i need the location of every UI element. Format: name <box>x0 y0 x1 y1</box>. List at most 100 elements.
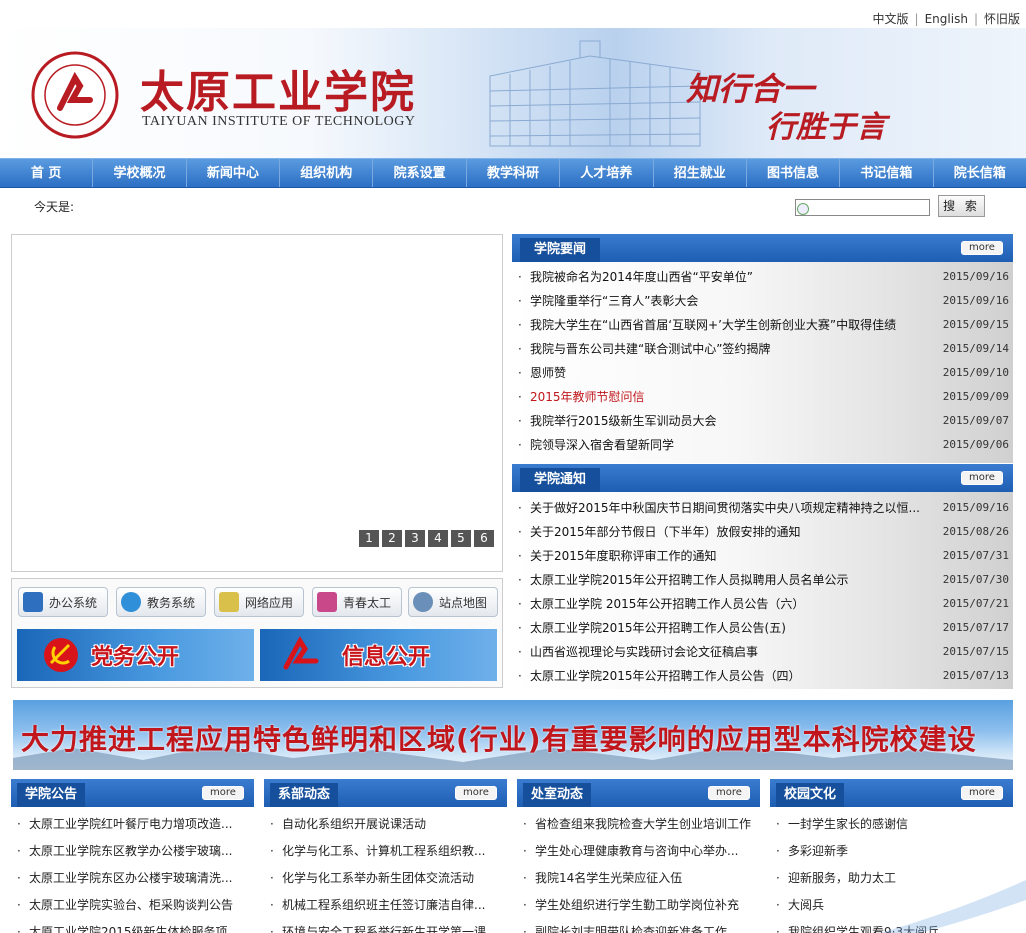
link-english[interactable]: English <box>925 12 968 26</box>
news-item-title[interactable]: 我院与晋东公司共建“联合测试中心”签约揭牌 <box>530 337 940 361</box>
list-item[interactable]: · 太原工业学院东区教学办公楼宇玻璃... <box>11 838 254 865</box>
list-item-title[interactable]: 学生处心理健康教育与咨询中心举办... <box>535 838 755 865</box>
list-item[interactable]: · 副院长刘志明带队检查迎新准备工作 <box>517 919 760 933</box>
office-system-button[interactable]: 办公系统 <box>18 587 108 617</box>
list-item[interactable]: · 省检查组来我院检查大学生创业培训工作 <box>517 811 760 838</box>
nav-secretary-mailbox[interactable]: 书记信箱 <box>840 159 934 187</box>
column-more-button[interactable]: more <box>455 786 497 800</box>
list-item[interactable]: · 多彩迎新季 <box>770 838 1013 865</box>
notice-item[interactable]: · 关于2015年部分节假日（下半年）放假安排的通知 2015/08/26 <box>512 520 1013 544</box>
slide-page-2[interactable]: 2 <box>382 530 402 547</box>
network-app-button[interactable]: 网络应用 <box>214 587 304 617</box>
list-item-title[interactable]: 自动化系组织开展说课活动 <box>282 811 502 838</box>
notice-item-title[interactable]: 太原工业学院2015年公开招聘工作人员公告(五) <box>530 616 940 640</box>
link-classic[interactable]: 怀旧版 <box>984 12 1020 26</box>
nav-research[interactable]: 教学科研 <box>467 159 561 187</box>
news-item[interactable]: · 2015年教师节慰问信 2015/09/09 <box>512 385 1013 409</box>
notice-item-title[interactable]: 关于2015年部分节假日（下半年）放假安排的通知 <box>530 520 940 544</box>
news-item[interactable]: · 我院被命名为2014年度山西省“平安单位” 2015/09/16 <box>512 265 1013 289</box>
list-item-title[interactable]: 机械工程系组织班主任签订廉洁自律... <box>282 892 502 919</box>
list-item-title[interactable]: 太原工业学院2015级新生体检服务项... <box>29 919 249 933</box>
news-item-title[interactable]: 我院大学生在“山西省首届‘互联网+’大学生创新创业大赛”中取得佳绩 <box>530 313 940 337</box>
link-chinese[interactable]: 中文版 <box>873 12 909 26</box>
list-item[interactable]: · 一封学生家长的感谢信 <box>770 811 1013 838</box>
notice-item-title[interactable]: 太原工业学院2015年公开招聘工作人员公告（四） <box>530 664 940 688</box>
list-item-title[interactable]: 太原工业学院红叶餐厅电力增项改造... <box>29 811 249 838</box>
slide-page-3[interactable]: 3 <box>405 530 425 547</box>
list-item-title[interactable]: 太原工业学院东区办公楼宇玻璃清洗... <box>29 865 249 892</box>
news-item[interactable]: · 恩师赞 2015/09/10 <box>512 361 1013 385</box>
notice-item-title[interactable]: 太原工业学院 2015年公开招聘工作人员公告（六） <box>530 592 940 616</box>
nav-organization[interactable]: 组织机构 <box>280 159 374 187</box>
notice-item[interactable]: · 太原工业学院 2015年公开招聘工作人员公告（六） 2015/07/21 <box>512 592 1013 616</box>
search-input[interactable] <box>795 199 930 216</box>
notice-item[interactable]: · 山西省巡视理论与实践研讨会论文征稿启事 2015/07/15 <box>512 640 1013 664</box>
notice-item-title[interactable]: 关于做好2015年中秋国庆节日期间贯彻落实中央八项规定精神持之以恒... <box>530 496 940 520</box>
youth-button[interactable]: 青春太工 <box>312 587 402 617</box>
news-item[interactable]: · 我院与晋东公司共建“联合测试中心”签约揭牌 2015/09/14 <box>512 337 1013 361</box>
notices-more-button[interactable]: more <box>961 471 1003 485</box>
list-item[interactable]: · 太原工业学院东区办公楼宇玻璃清洗... <box>11 865 254 892</box>
slideshow[interactable] <box>11 234 503 572</box>
news-item-title[interactable]: 恩师赞 <box>530 361 940 385</box>
party-affairs-button[interactable]: 党务公开 <box>17 629 254 681</box>
academic-system-button[interactable]: 教务系统 <box>116 587 206 617</box>
column-more-button[interactable]: more <box>961 786 1003 800</box>
list-item-title[interactable]: 副院长刘志明带队检查迎新准备工作 <box>535 919 755 933</box>
list-item[interactable]: · 机械工程系组织班主任签订廉洁自律... <box>264 892 507 919</box>
nav-about[interactable]: 学校概况 <box>93 159 187 187</box>
nav-home[interactable]: 首 页 <box>0 159 94 187</box>
notice-item-title[interactable]: 山西省巡视理论与实践研讨会论文征稿启事 <box>530 640 940 664</box>
nav-library[interactable]: 图书信息 <box>747 159 841 187</box>
column-more-button[interactable]: more <box>708 786 750 800</box>
nav-admission[interactable]: 招生就业 <box>654 159 747 187</box>
list-item[interactable]: · 太原工业学院实验台、柜采购谈判公告 <box>11 892 254 919</box>
notice-item[interactable]: · 关于做好2015年中秋国庆节日期间贯彻落实中央八项规定精神持之以恒... 201… <box>512 496 1013 520</box>
slide-page-5[interactable]: 5 <box>451 530 471 547</box>
list-item-title[interactable]: 化学与化工系举办新生团体交流活动 <box>282 865 502 892</box>
news-more-button[interactable]: more <box>961 241 1003 255</box>
list-item-title[interactable]: 我院14名学生光荣应征入伍 <box>535 865 755 892</box>
notice-item[interactable]: · 关于2015年度职称评审工作的通知 2015/07/31 <box>512 544 1013 568</box>
search-button[interactable]: 搜 索 <box>938 195 985 217</box>
info-disclosure-button[interactable]: 信息公开 <box>260 629 497 681</box>
list-item-title[interactable]: 省检查组来我院检查大学生创业培训工作 <box>535 811 755 838</box>
nav-departments[interactable]: 院系设置 <box>373 159 467 187</box>
news-item[interactable]: · 我院举行2015级新生军训动员大会 2015/09/07 <box>512 409 1013 433</box>
news-item-title[interactable]: 我院被命名为2014年度山西省“平安单位” <box>530 265 940 289</box>
slide-page-1[interactable]: 1 <box>359 530 379 547</box>
slide-page-6[interactable]: 6 <box>474 530 494 547</box>
notice-item-title[interactable]: 太原工业学院2015年公开招聘工作人员拟聘用人员名单公示 <box>530 568 940 592</box>
news-item[interactable]: · 我院大学生在“山西省首届‘互联网+’大学生创新创业大赛”中取得佳绩 2015/0… <box>512 313 1013 337</box>
notice-item-title[interactable]: 关于2015年度职称评审工作的通知 <box>530 544 940 568</box>
slide-page-4[interactable]: 4 <box>428 530 448 547</box>
column-more-button[interactable]: more <box>202 786 244 800</box>
news-item-title[interactable]: 学院隆重举行“三育人”表彰大会 <box>530 289 940 313</box>
news-item-title[interactable]: 院领导深入宿舍看望新同学 <box>530 433 940 457</box>
list-item-title[interactable]: 多彩迎新季 <box>788 838 1008 865</box>
list-item[interactable]: · 化学与化工系、计算机工程系组织教... <box>264 838 507 865</box>
list-item[interactable]: · 太原工业学院2015级新生体检服务项... <box>11 919 254 933</box>
list-item[interactable]: · 学生处组织进行学生勤工助学岗位补充 <box>517 892 760 919</box>
news-item[interactable]: · 学院隆重举行“三育人”表彰大会 2015/09/16 <box>512 289 1013 313</box>
list-item-title[interactable]: 化学与化工系、计算机工程系组织教... <box>282 838 502 865</box>
list-item[interactable]: · 环境与安全工程系举行新生开学第一课 <box>264 919 507 933</box>
nav-talent[interactable]: 人才培养 <box>560 159 654 187</box>
list-item[interactable]: · 自动化系组织开展说课活动 <box>264 811 507 838</box>
notice-item[interactable]: · 太原工业学院2015年公开招聘工作人员公告（四） 2015/07/13 <box>512 664 1013 688</box>
news-item-title[interactable]: 我院举行2015级新生军训动员大会 <box>530 409 940 433</box>
news-item[interactable]: · 院领导深入宿舍看望新同学 2015/09/06 <box>512 433 1013 457</box>
list-item-title[interactable]: 太原工业学院实验台、柜采购谈判公告 <box>29 892 249 919</box>
nav-president-mailbox[interactable]: 院长信箱 <box>934 159 1026 187</box>
list-item-title[interactable]: 太原工业学院东区教学办公楼宇玻璃... <box>29 838 249 865</box>
list-item[interactable]: · 化学与化工系举办新生团体交流活动 <box>264 865 507 892</box>
notice-item[interactable]: · 太原工业学院2015年公开招聘工作人员公告(五) 2015/07/17 <box>512 616 1013 640</box>
list-item-title[interactable]: 环境与安全工程系举行新生开学第一课 <box>282 919 502 933</box>
nav-news[interactable]: 新闻中心 <box>187 159 281 187</box>
sitemap-button[interactable]: 站点地图 <box>408 587 498 617</box>
list-item-title[interactable]: 学生处组织进行学生勤工助学岗位补充 <box>535 892 755 919</box>
list-item[interactable]: · 太原工业学院红叶餐厅电力增项改造... <box>11 811 254 838</box>
notice-item[interactable]: · 太原工业学院2015年公开招聘工作人员拟聘用人员名单公示 2015/07/30 <box>512 568 1013 592</box>
list-item[interactable]: · 学生处心理健康教育与咨询中心举办... <box>517 838 760 865</box>
news-item-title[interactable]: 2015年教师节慰问信 <box>530 385 940 409</box>
